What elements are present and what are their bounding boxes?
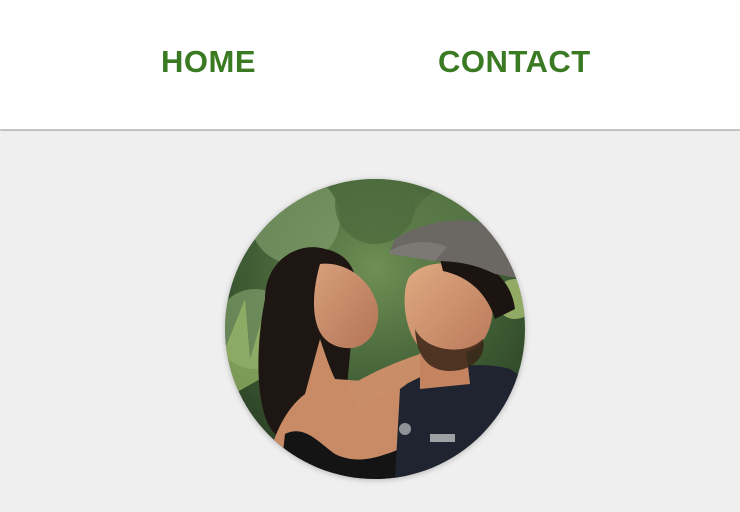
nav-contact-link[interactable]: CONTACT [438, 44, 591, 80]
main-content [0, 131, 740, 512]
site-header: HOME CONTACT [0, 0, 740, 130]
nav-home-link[interactable]: HOME [161, 44, 256, 80]
profile-photo [225, 179, 525, 479]
